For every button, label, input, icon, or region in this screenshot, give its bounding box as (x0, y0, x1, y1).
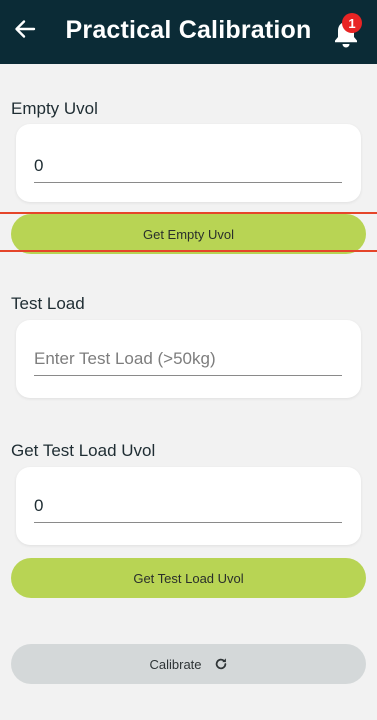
calibrate-button-label: Calibrate (149, 656, 202, 672)
refresh-icon (214, 657, 228, 671)
get-empty-uvol-button[interactable]: Get Empty Uvol (11, 214, 366, 254)
notification-badge: 1 (342, 13, 362, 33)
empty-uvol-field[interactable] (34, 149, 342, 183)
get-test-load-uvol-button-label: Get Test Load Uvol (133, 570, 244, 586)
test-load-uvol-card (16, 467, 361, 545)
test-load-label: Test Load (11, 294, 85, 313)
calibrate-button[interactable]: Calibrate (11, 644, 366, 684)
empty-uvol-card (16, 124, 361, 202)
test-load-uvol-label: Get Test Load Uvol (11, 441, 156, 460)
get-test-load-uvol-button[interactable]: Get Test Load Uvol (11, 558, 366, 598)
empty-uvol-label: Empty Uvol (11, 99, 98, 118)
get-empty-uvol-button-label: Get Empty Uvol (142, 226, 235, 242)
page-title: Practical Calibration (65, 16, 312, 44)
notifications-button[interactable]: 1 (328, 13, 368, 54)
app-header: Practical Calibration 1 (0, 0, 377, 64)
test-load-field[interactable] (34, 342, 342, 376)
test-load-uvol-field[interactable] (34, 489, 342, 523)
test-load-card (16, 320, 361, 398)
